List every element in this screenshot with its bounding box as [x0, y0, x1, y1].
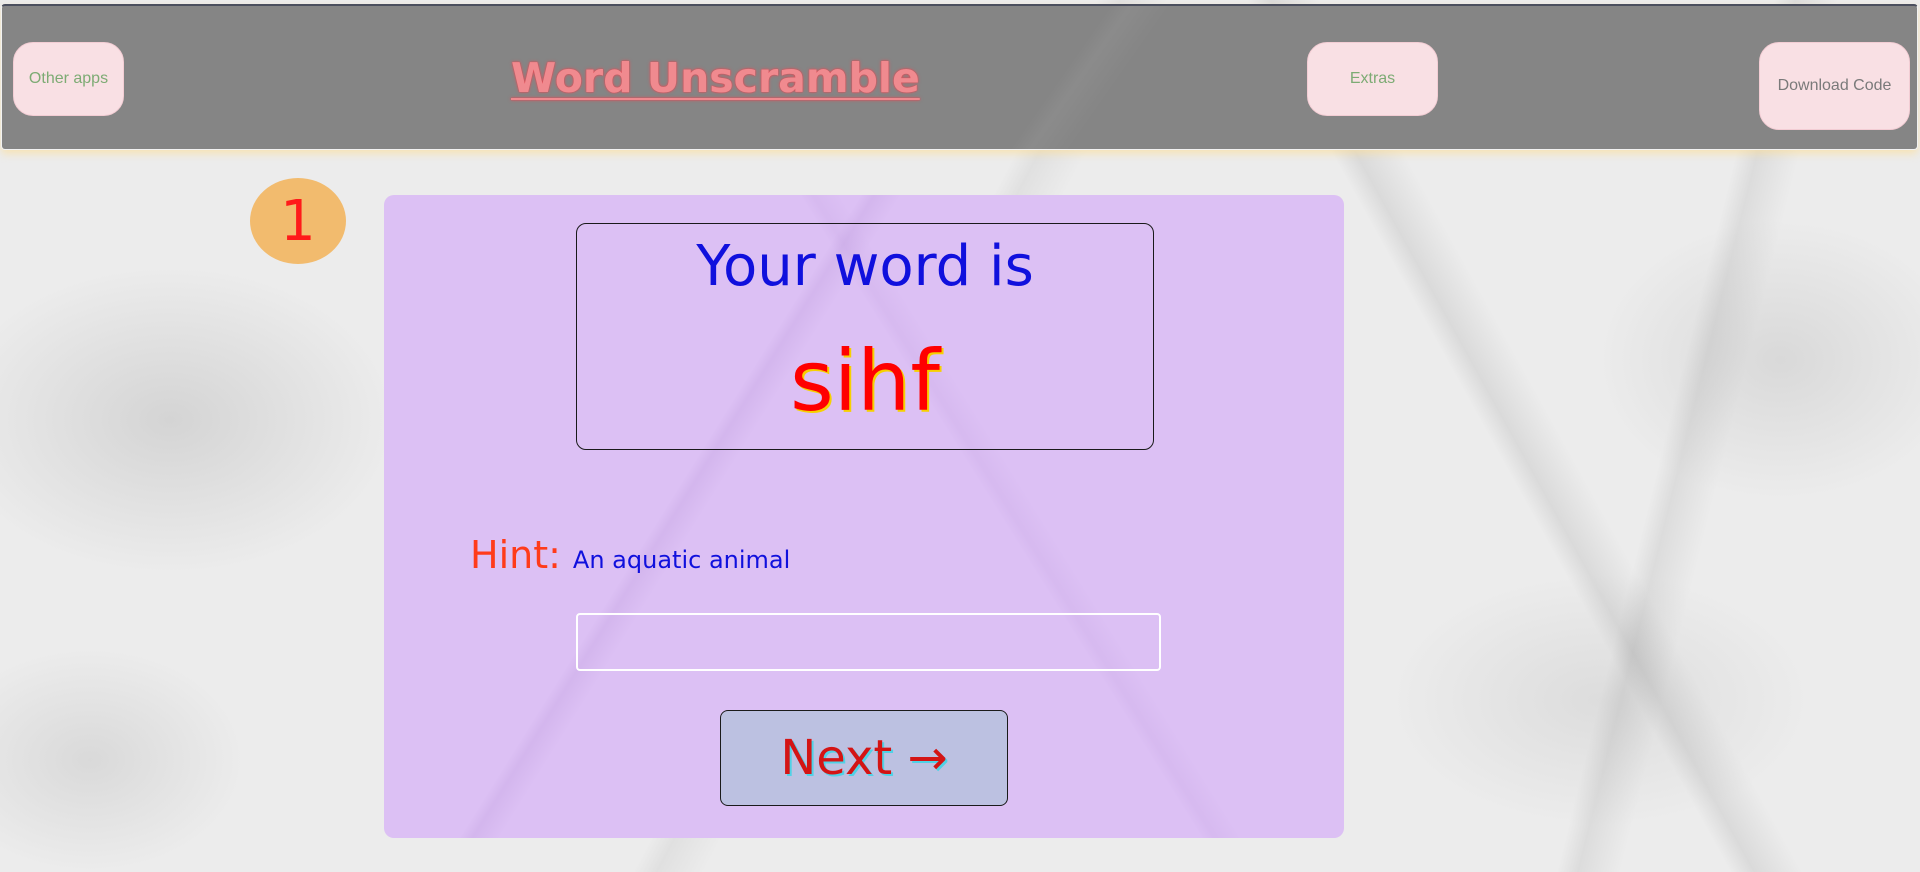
question-counter-badge: 1	[250, 178, 346, 264]
game-card: Your word is sihf Hint: An aquatic anima…	[384, 195, 1344, 838]
word-display-box: Your word is sihf	[576, 223, 1154, 450]
hint-label: Hint:	[470, 533, 561, 577]
next-button[interactable]: Next →	[720, 710, 1008, 806]
word-label: Your word is	[696, 234, 1034, 299]
extras-button[interactable]: Extras	[1307, 42, 1438, 116]
top-nav-bar: Other apps Word Unscramble Extras Downlo…	[1, 4, 1918, 150]
page-title[interactable]: Word Unscramble	[511, 54, 920, 102]
hint-row: Hint: An aquatic animal	[470, 533, 790, 577]
hint-text: An aquatic animal	[572, 546, 791, 574]
answer-input[interactable]	[576, 613, 1161, 671]
other-apps-button[interactable]: Other apps	[13, 42, 124, 116]
download-code-button[interactable]: Download Code	[1759, 42, 1910, 130]
scrambled-word: sihf	[790, 332, 940, 430]
